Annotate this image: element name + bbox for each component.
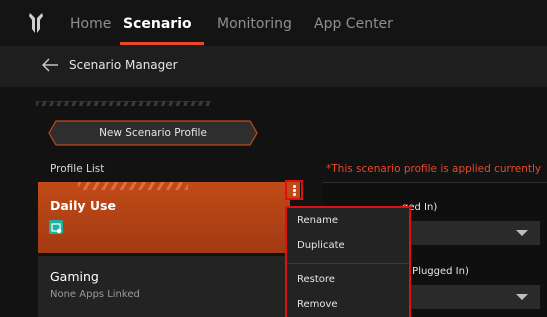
tab-scenario[interactable]: Scenario bbox=[123, 16, 192, 32]
menu-item-restore[interactable]: Restore bbox=[297, 274, 335, 285]
menu-item-rename[interactable]: Rename bbox=[297, 215, 338, 226]
setting-label-2: C Plugged In) bbox=[402, 266, 469, 277]
app-icon bbox=[49, 220, 63, 234]
profile-card-daily-use[interactable]: Daily Use bbox=[38, 182, 290, 253]
setting-dropdown-1[interactable] bbox=[402, 221, 540, 245]
panel-divider bbox=[323, 182, 547, 183]
profile-name: Daily Use bbox=[50, 198, 116, 213]
new-scenario-profile-button[interactable]: New Scenario Profile bbox=[48, 120, 258, 146]
predator-logo-icon[interactable] bbox=[28, 12, 44, 34]
app-glyph-icon bbox=[51, 223, 62, 234]
applied-note: *This scenario profile is applied curren… bbox=[326, 163, 542, 175]
context-menu: Rename Duplicate Restore Remove bbox=[285, 206, 411, 317]
menu-item-duplicate[interactable]: Duplicate bbox=[297, 240, 345, 251]
chevron-down-icon bbox=[516, 230, 528, 236]
menu-item-remove[interactable]: Remove bbox=[297, 299, 338, 310]
card-stripes bbox=[78, 182, 188, 190]
decorative-stripes bbox=[36, 101, 211, 106]
setting-dropdown-2[interactable] bbox=[402, 285, 540, 309]
page-header: Scenario Manager bbox=[0, 46, 547, 87]
profile-list-label: Profile List bbox=[50, 163, 105, 175]
top-nav: Home Scenario Monitoring App Center bbox=[0, 0, 547, 46]
tab-monitoring[interactable]: Monitoring bbox=[217, 16, 292, 32]
tab-app-center[interactable]: App Center bbox=[314, 16, 393, 32]
page-title: Scenario Manager bbox=[69, 58, 178, 72]
tab-home[interactable]: Home bbox=[70, 16, 111, 32]
profile-name: Gaming bbox=[50, 269, 99, 284]
chevron-down-icon bbox=[516, 294, 528, 300]
arrow-left-icon[interactable] bbox=[40, 55, 60, 75]
active-tab-indicator bbox=[120, 42, 204, 45]
new-scenario-profile-label: New Scenario Profile bbox=[99, 127, 207, 139]
profile-card-gaming[interactable]: Gaming None Apps Linked bbox=[38, 256, 290, 317]
highlight-box bbox=[285, 180, 303, 200]
profile-subtitle: None Apps Linked bbox=[50, 289, 140, 300]
menu-divider bbox=[287, 263, 409, 264]
